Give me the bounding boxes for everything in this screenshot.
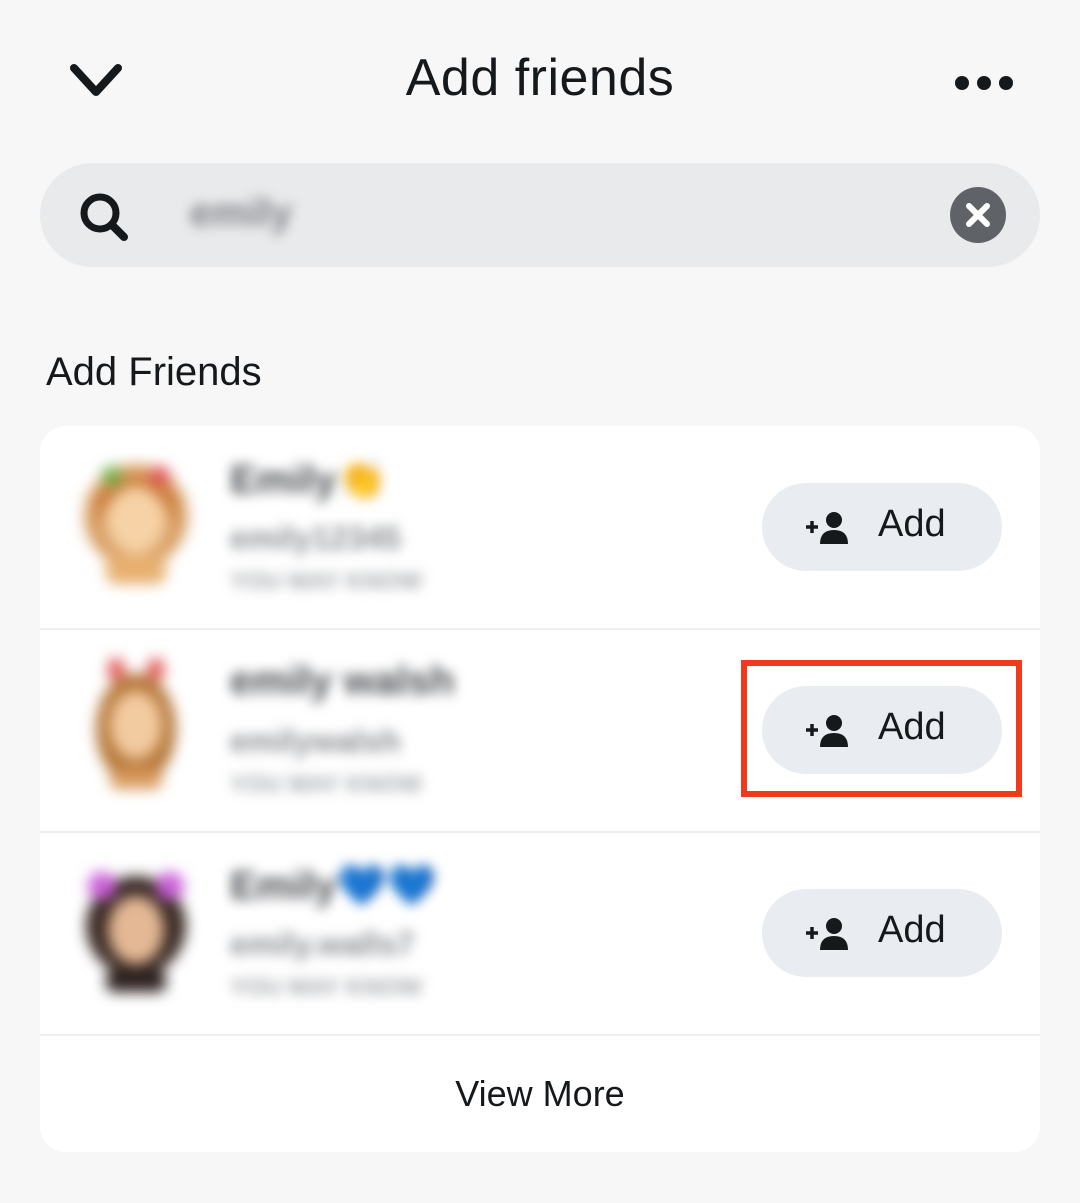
clear-search-button[interactable] [950, 187, 1006, 243]
add-friend-icon [806, 918, 848, 950]
top-bar: Add friends [0, 0, 1080, 165]
friend-display-name: Emily💙💙 [230, 864, 437, 908]
add-friend-button[interactable]: Add [762, 889, 1002, 977]
search-icon [80, 193, 128, 241]
friend-username: emily12345 [230, 520, 401, 556]
add-button-label: Add [878, 909, 946, 951]
close-icon [966, 203, 990, 227]
friend-subtitle: YOU MAY KNOW [230, 771, 423, 798]
avatar [84, 464, 188, 584]
add-friend-button[interactable]: Add [762, 483, 1002, 571]
friend-username: emilywalsh [230, 723, 401, 759]
avatar [96, 659, 176, 789]
list-item[interactable]: Emily💙💙 emily.walls7 YOU MAY KNOW Add [40, 832, 1040, 1034]
search-bar[interactable]: emily [40, 163, 1040, 267]
friend-display-name: Emily👏 [230, 458, 387, 502]
friend-display-name: emily walsh [230, 659, 455, 703]
list-item[interactable]: Emily👏 emily12345 YOU MAY KNOW Add [40, 426, 1040, 628]
section-title: Add Friends [46, 350, 262, 394]
add-friend-icon [806, 512, 848, 544]
avatar [86, 872, 186, 992]
highlight-box [741, 660, 1022, 797]
add-button-label: Add [878, 503, 946, 545]
search-input[interactable]: emily [190, 191, 292, 236]
friend-username: emily.walls7 [230, 926, 415, 962]
friend-subtitle: YOU MAY KNOW [230, 974, 423, 1001]
view-more-button[interactable]: View More [40, 1035, 1040, 1152]
friend-subtitle: YOU MAY KNOW [230, 568, 423, 595]
more-horizontal-icon[interactable] [950, 66, 1018, 100]
page-title: Add friends [405, 49, 675, 107]
